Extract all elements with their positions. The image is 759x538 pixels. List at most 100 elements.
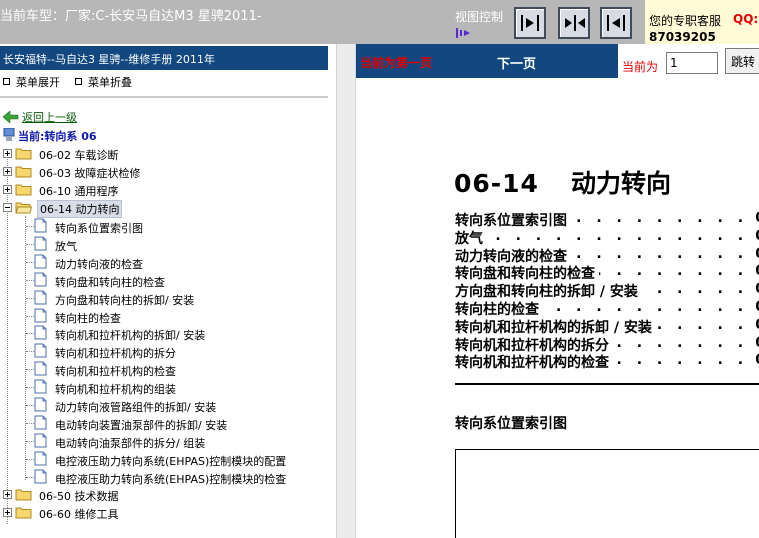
tree-folder-label: 06-14 动力转向 [37, 200, 123, 218]
toc-entry[interactable]: . . . . . . . . . . . . . . . . . . . . … [455, 210, 759, 228]
chapter-heading: 06-14 动力转向 [454, 164, 671, 200]
collapse-toggle-icon[interactable] [3, 203, 12, 212]
expand-menu-label: 菜单展开 [16, 76, 60, 89]
customer-support-panel: 您的专职客服 QQ:1 87039205 [645, 0, 759, 44]
tree-leaf-label: 方向盘和转向柱的拆卸/ 安装 [55, 293, 195, 307]
expand-menu-button[interactable]: 菜单展开 [3, 74, 60, 90]
tree-leaf-item[interactable]: 电动转向油泵部件的拆分/ 组装 [0, 432, 330, 450]
tree-line [26, 243, 34, 245]
chapter-number: 06-14 [454, 169, 539, 198]
toc-title: 方向盘和转向柱的拆卸 / 安装 [455, 284, 642, 299]
tree-folder[interactable]: 06-03 故障症状检修 [0, 163, 300, 180]
next-page-arrow-button[interactable] [514, 7, 546, 39]
computer-icon [3, 128, 15, 141]
back-arrow-icon [3, 111, 19, 123]
tree-folder-open[interactable]: 06-14 动力转向 [0, 199, 300, 218]
document-icon [34, 469, 47, 484]
back-link[interactable]: 返回上一级 [22, 111, 77, 124]
support-label: 您的专职客服 [649, 14, 722, 28]
tree-leaf-item[interactable]: 电控液压助力转向系统(EHPAS)控制模块的检查 [0, 468, 330, 486]
tree-line [26, 351, 34, 353]
tree-leaf-label: 转向盘和转向柱的检查 [55, 275, 165, 289]
tree-leaf-item[interactable]: 转向机和拉杆机构的拆分 [0, 342, 330, 360]
square-bullet-icon [75, 78, 82, 85]
tree-leaf-item[interactable]: 转向机和拉杆机构的组装 [0, 378, 330, 396]
view-toggle-icon[interactable] [455, 27, 473, 39]
toc-title: 转向盘和转向柱的检查 [455, 266, 599, 282]
tree-folder-label: 06-60 维修工具 [39, 508, 119, 521]
menu-divider [0, 96, 328, 98]
tree-leaf-label: 放气 [55, 239, 77, 253]
expand-toggle-icon[interactable] [3, 508, 12, 517]
page-number-input[interactable] [666, 52, 718, 74]
arrow-left-icon [607, 15, 625, 31]
toc-page: 0 [752, 210, 759, 226]
tree-folder-label: 06-50 技术数据 [39, 490, 119, 503]
tree-leaf-label: 转向柱的检查 [55, 311, 121, 325]
tree-leaf-item[interactable]: 动力转向液的检查 [0, 253, 330, 271]
tree-line [26, 440, 34, 442]
toc-page: 0 [752, 227, 759, 244]
toc-title: 转向系位置索引图 [455, 213, 571, 228]
support-qq[interactable]: QQ:1 [733, 12, 759, 26]
tree-line [26, 422, 34, 424]
tree-leaf-label: 动力转向液管路组件的拆卸/ 安装 [55, 401, 217, 414]
toc-page: 0 [752, 281, 759, 298]
tree-leaf-item[interactable]: 转向柱的检查 [0, 307, 330, 325]
tree-leaf-item[interactable]: 放气 [0, 235, 330, 253]
collapse-menu-label: 菜单折叠 [88, 76, 132, 89]
tree-folder[interactable]: 06-02 车载诊断 [0, 145, 300, 162]
toc-page: 0 [752, 263, 759, 280]
tree-leaf-item[interactable]: 转向机和拉杆机构的检查 [0, 360, 330, 378]
document-icon [34, 361, 47, 376]
split-view-button[interactable] [558, 7, 590, 39]
document-icon [34, 433, 47, 448]
collapse-menu-button[interactable]: 菜单折叠 [75, 74, 132, 90]
tree-leaf-item[interactable]: 转向系位置索引图 [0, 217, 330, 235]
previous-page-arrow-button[interactable] [600, 7, 632, 39]
tree-line [26, 261, 34, 263]
toc-entry[interactable]: . . . . . . . . . . . . . . . . . . . . … [455, 334, 759, 353]
split-arrows-icon [565, 15, 585, 31]
jump-button[interactable]: 跳转 [725, 48, 759, 74]
toc-entry[interactable]: . . . . . . . . . . . . . . . . . . . . … [455, 316, 759, 335]
toc-entry[interactable]: . . . . . . . . . . . . . . . . . . . . … [455, 352, 759, 371]
tree-leaf-label: 电控液压助力转向系统(EHPAS)控制模块的检查 [55, 472, 287, 486]
tree-leaf-item[interactable]: 电控液压助力转向系统(EHPAS)控制模块的配置 [0, 450, 330, 468]
toc-entry[interactable]: . . . . . . . . . . . . . . . . . . . . … [455, 263, 759, 282]
chapter-title: 动力转向 [570, 169, 671, 198]
page-number-label: 当前为 [622, 60, 659, 74]
tree-folder[interactable]: 06-60 维修工具 [0, 504, 300, 521]
tree-leaf-label: 转向机和拉杆机构的组装 [55, 383, 176, 397]
back-to-parent[interactable]: 返回上一级 [3, 109, 77, 125]
folder-icon [15, 489, 32, 501]
tree-folder[interactable]: 06-10 通用程序 [0, 181, 300, 198]
tree-leaf-item[interactable]: 电动转向装置油泵部件的拆卸/ 安装 [0, 414, 330, 432]
expand-toggle-icon[interactable] [3, 149, 12, 158]
tree-leaf-item[interactable]: 转向机和拉杆机构的拆卸/ 安装 [0, 324, 330, 342]
pane-splitter[interactable] [336, 44, 356, 538]
expand-toggle-icon[interactable] [3, 167, 12, 176]
toc-entry[interactable]: . . . . . . . . . . . . . . . . . . . . … [455, 227, 759, 246]
tree-leaf-label: 转向机和拉杆机构的拆分 [55, 347, 176, 361]
next-page-link[interactable]: 下一页 [497, 53, 536, 72]
toc-page: 0 [752, 352, 759, 369]
folder-icon [15, 166, 32, 178]
toc-page: 0 [752, 245, 759, 262]
toc-entry[interactable]: . . . . . . . . . . . . . . . . . . . . … [455, 298, 759, 317]
current-page-indicator: 当前为第一页 [360, 56, 433, 70]
expand-toggle-icon[interactable] [3, 490, 12, 499]
document-icon [34, 415, 47, 430]
document-icon [34, 218, 47, 233]
toc-entry[interactable]: . . . . . . . . . . . . . . . . . . . . … [455, 281, 759, 299]
toc-title: 转向机和拉杆机构的拆分 [455, 337, 613, 353]
tree-leaf-item[interactable]: 转向盘和转向柱的检查 [0, 271, 330, 289]
tree-folder-label: 06-10 通用程序 [39, 185, 119, 198]
expand-toggle-icon[interactable] [3, 185, 12, 194]
document-icon [34, 308, 47, 322]
toc-entry[interactable]: . . . . . . . . . . . . . . . . . . . . … [455, 245, 759, 264]
tree-folder[interactable]: 06-50 技术数据 [0, 486, 300, 503]
tree-line [26, 315, 34, 317]
tree-leaf-item[interactable]: 方向盘和转向柱的拆卸/ 安装 [0, 289, 330, 307]
tree-leaf-item[interactable]: 动力转向液管路组件的拆卸/ 安装 [0, 396, 330, 414]
